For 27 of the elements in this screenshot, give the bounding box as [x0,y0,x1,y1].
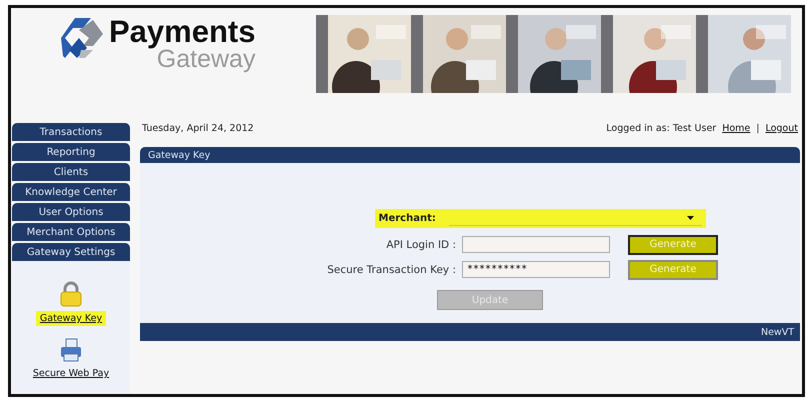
panel-title: Gateway Key [148,150,210,160]
field-label: Merchant: [378,213,437,224]
sidebar-link[interactable]: Secure Web Pay [28,366,114,381]
link-separator: | [756,122,760,134]
nav-link[interactable]: Home [722,122,750,134]
footer-text: NewVT [760,326,794,338]
nav-tab[interactable]: Transactions [12,123,130,141]
sidebar-link[interactable]: Gateway Key [36,311,106,326]
printer-icon [60,338,82,362]
logo-subtitle: Gateway [156,46,256,72]
padlock-icon [60,281,82,307]
field-label: Secure Transaction Key : [326,264,457,276]
nav-tab[interactable]: Merchant Options [12,223,130,241]
nav-tab[interactable]: Gateway Settings [12,243,130,261]
input-field[interactable] [462,236,610,253]
nav-tab[interactable]: Knowledge Center [12,183,130,201]
logo-title: Payments [109,16,256,48]
logged-in-text: Logged in as: Test User [606,122,716,134]
nav-tab[interactable]: User Options [12,203,130,221]
nav-link[interactable]: Logout [765,122,798,134]
input-field[interactable]: ********** [462,261,610,278]
nav-tab[interactable]: Reporting [12,143,130,161]
logo-icon [59,16,105,60]
nav-tab[interactable]: Clients [12,163,130,181]
caret-icon [686,216,694,220]
field-label: API Login ID : [385,238,457,250]
date-text: Tuesday, April 24, 2012 [142,122,254,134]
